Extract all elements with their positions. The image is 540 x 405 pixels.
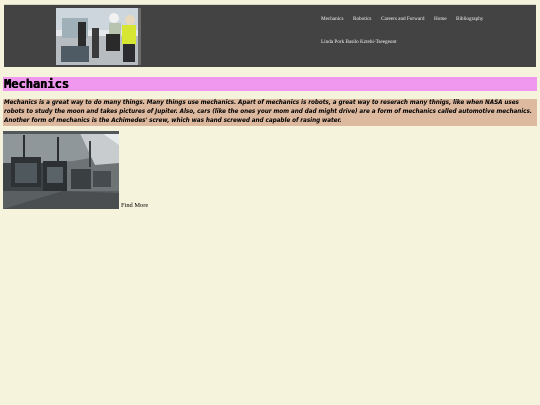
find-more-link[interactable]: Find More xyxy=(121,202,148,209)
site-header: Mechanics Robotics Careers and Forward H… xyxy=(4,4,536,67)
nav-link-robotics[interactable]: Robotics xyxy=(353,16,371,22)
authors-text: Linda Pork Basilo Kztehi-Tseegeont xyxy=(321,39,397,45)
main-nav: Mechanics Robotics Careers and Forward H… xyxy=(321,16,533,56)
header-photo xyxy=(56,8,141,65)
intro-paragraph: Mechanics is a great way to do many thin… xyxy=(3,99,537,126)
nav-link-mechanics[interactable]: Mechanics xyxy=(321,16,343,22)
page-title: Mechanics xyxy=(3,77,537,91)
nav-link-careers-and-forward[interactable]: Careers and Forward xyxy=(381,16,425,22)
factory-photo[interactable] xyxy=(3,131,119,209)
nav-link-bibliography[interactable]: Bibliography xyxy=(456,16,483,22)
nav-link-home[interactable]: Home xyxy=(434,16,447,22)
